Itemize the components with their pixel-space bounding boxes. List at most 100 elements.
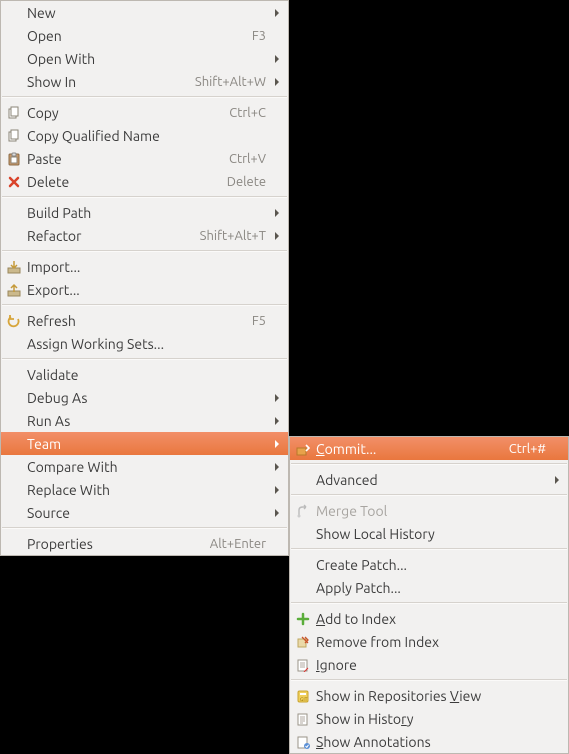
menu-item-debug-as[interactable]: Debug As [1, 386, 288, 409]
menu-item-shortcut: Shift+Alt+T [200, 229, 266, 243]
menu-item-label: Copy Qualified Name [27, 128, 266, 144]
delete-icon [5, 174, 23, 190]
menu-item-compare-with[interactable]: Compare With [1, 455, 288, 478]
menu-item-open[interactable]: OpenF3 [1, 24, 288, 47]
menu-item-refactor[interactable]: Refactor Shift+Alt+T [1, 224, 288, 247]
menu-item-shortcut: F3 [252, 29, 266, 43]
menu-item-merge-tool: Merge Tool [290, 499, 568, 522]
menu-item-show-local-history[interactable]: Show Local History [290, 522, 568, 545]
menu-item-open-with[interactable]: Open With [1, 47, 288, 70]
menu-item-remove-from-index[interactable]: Remove from Index [290, 630, 568, 653]
menu-item-ignore[interactable]: Ignore [290, 653, 568, 676]
menu-item-shortcut: Ctrl+# [509, 442, 546, 456]
menu-item-label: Merge Tool [316, 503, 546, 519]
menu-item-label: Add to Index [316, 611, 546, 627]
menu-item-refresh[interactable]: Refresh F5 [1, 309, 288, 332]
paste-icon [5, 151, 23, 167]
menu-separator [291, 602, 567, 604]
menu-item-label: Validate [27, 367, 266, 383]
submenu-arrow-icon [272, 485, 282, 495]
copy-icon [5, 128, 23, 144]
menu-item-label: Compare With [27, 459, 266, 475]
menu-item-label: Properties [27, 536, 202, 552]
menu-item-label: Ignore [316, 657, 546, 673]
menu-item-label: Debug As [27, 390, 266, 406]
annotations-icon [294, 734, 312, 750]
context-menu-main[interactable]: NewOpenF3 Open With Show In Shift+Alt+W Copy… [0, 0, 289, 556]
menu-item-validate[interactable]: Validate [1, 363, 288, 386]
menu-item-copy-qualified-name[interactable]: Copy Qualified Name [1, 124, 288, 147]
menu-item-shortcut: Shift+Alt+W [195, 75, 266, 89]
import-icon [5, 259, 23, 275]
menu-separator [2, 196, 287, 198]
menu-item-copy[interactable]: Copy Ctrl+C [1, 101, 288, 124]
menu-item-label: Replace With [27, 482, 266, 498]
menu-separator [2, 250, 287, 252]
menu-separator [291, 548, 567, 550]
menu-item-label: Show Local History [316, 526, 546, 542]
menu-item-show-in-repositories-view[interactable]: GITShow in Repositories View [290, 684, 568, 707]
menu-item-label: Source [27, 505, 266, 521]
history-icon [294, 711, 312, 727]
menu-item-assign-working-sets[interactable]: Assign Working Sets... [1, 332, 288, 355]
copy-icon [5, 105, 23, 121]
submenu-arrow-icon [272, 508, 282, 518]
menu-item-commit[interactable]: Commit... Ctrl+# [290, 437, 568, 460]
refresh-icon [5, 313, 23, 329]
menu-item-label: Refresh [27, 313, 244, 329]
menu-item-label: Open With [27, 51, 266, 67]
menu-item-label: Remove from Index [316, 634, 546, 650]
submenu-arrow-icon [272, 208, 282, 218]
repo-icon: GIT [294, 688, 312, 704]
menu-item-source[interactable]: Source [1, 501, 288, 524]
menu-item-label: Team [27, 436, 266, 452]
menu-item-show-in[interactable]: Show In Shift+Alt+W [1, 70, 288, 93]
menu-separator [2, 358, 287, 360]
submenu-arrow-icon [272, 54, 282, 64]
menu-item-shortcut: Ctrl+C [229, 106, 266, 120]
menu-item-show-in-history[interactable]: Show in History [290, 707, 568, 730]
menu-item-shortcut: Alt+Enter [210, 537, 266, 551]
menu-item-run-as[interactable]: Run As [1, 409, 288, 432]
commit-icon [294, 441, 312, 457]
submenu-arrow-icon [272, 416, 282, 426]
submenu-arrow-icon [272, 77, 282, 87]
menu-item-label: Refactor [27, 228, 192, 244]
menu-item-build-path[interactable]: Build Path [1, 201, 288, 224]
menu-item-properties[interactable]: Properties Alt+Enter [1, 532, 288, 555]
menu-item-delete[interactable]: Delete Delete [1, 170, 288, 193]
remove-icon [294, 634, 312, 650]
menu-item-label: Run As [27, 413, 266, 429]
menu-item-label: Copy [27, 105, 221, 121]
menu-item-label: Show in Repositories View [316, 688, 546, 704]
menu-item-label: Paste [27, 151, 221, 167]
menu-item-team[interactable]: Team [1, 432, 288, 455]
menu-item-apply-patch[interactable]: Apply Patch... [290, 576, 568, 599]
menu-item-create-patch[interactable]: Create Patch... [290, 553, 568, 576]
menu-item-paste[interactable]: Paste Ctrl+V [1, 147, 288, 170]
menu-separator [2, 96, 287, 98]
context-menu-team[interactable]: Commit... Ctrl+# Advanced Merge Tool Show Lo… [289, 436, 569, 754]
submenu-arrow-icon [272, 462, 282, 472]
menu-item-label: Show Annotations [316, 734, 546, 750]
menu-separator [291, 463, 567, 465]
menu-item-shortcut: F5 [252, 314, 266, 328]
menu-item-label: Commit... [316, 441, 501, 457]
add-icon [294, 611, 312, 627]
menu-item-label: Build Path [27, 205, 266, 221]
menu-item-new[interactable]: New [1, 1, 288, 24]
submenu-arrow-icon [552, 475, 562, 485]
menu-item-advanced[interactable]: Advanced [290, 468, 568, 491]
menu-item-shortcut: Delete [227, 175, 266, 189]
menu-item-label: Show In [27, 74, 187, 90]
menu-item-label: Export... [27, 282, 266, 298]
menu-item-import[interactable]: Import... [1, 255, 288, 278]
menu-separator [2, 304, 287, 306]
menu-item-replace-with[interactable]: Replace With [1, 478, 288, 501]
menu-item-shortcut: Ctrl+V [229, 152, 266, 166]
menu-item-label: Delete [27, 174, 219, 190]
submenu-arrow-icon [272, 8, 282, 18]
menu-item-add-to-index[interactable]: Add to Index [290, 607, 568, 630]
menu-item-label: Create Patch... [316, 557, 546, 573]
menu-item-export[interactable]: Export... [1, 278, 288, 301]
